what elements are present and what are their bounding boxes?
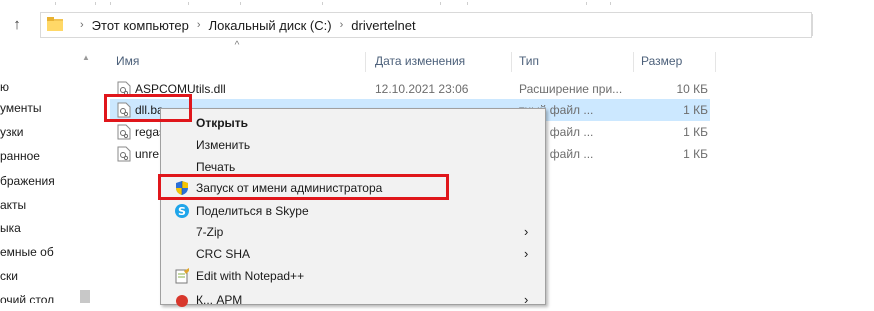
nav-item[interactable]: бражения [0,172,55,190]
menu-item-partial[interactable]: К... АРМ › [161,289,545,311]
file-size: 10 КБ [676,82,708,96]
folder-icon [47,17,63,31]
file-size: 1 КБ [683,103,708,117]
file-type: Расширение при... [519,82,623,96]
file-size: 1 КБ [683,125,708,139]
scroll-up-icon[interactable]: ▲ [82,54,90,62]
column-divider[interactable] [633,52,634,72]
menu-item-label: Поделиться в Skype [196,204,309,218]
chevron-right-icon: › [524,246,529,261]
nav-item[interactable]: ранное [0,147,40,165]
file-size: 1 КБ [683,147,708,161]
app-icon [176,295,188,307]
ribbon-edge [0,0,874,5]
menu-item-label: Открыть [196,116,249,130]
navigation-pane: ю ументы узки ранное бражения акты ыка е… [0,52,90,303]
nav-item[interactable]: ументы [0,99,42,117]
breadcrumb-separator: › [339,19,344,31]
breadcrumb-this-pc[interactable]: Этот компьютер [91,18,190,33]
chevron-right-icon: › [524,292,529,307]
column-header-size[interactable]: Размер [641,50,682,74]
menu-item-label: CRC SHA [196,247,251,261]
nav-scrollbar[interactable] [79,52,92,303]
breadcrumb-separator: › [80,19,84,31]
nav-item[interactable]: ыка [0,219,21,237]
menu-item-open[interactable]: Открыть [161,112,545,134]
breadcrumb-local-disk[interactable]: Локальный диск (C:) [208,18,333,33]
address-bar-divider [812,14,813,36]
column-header-name[interactable]: Имя [116,50,139,74]
column-header-type[interactable]: Тип [519,50,539,74]
file-date: 12.10.2021 23:06 [375,82,469,96]
column-divider[interactable] [715,52,716,72]
skype-icon: S [175,204,189,218]
menu-item-label: 7-Zip [196,225,224,239]
nav-item[interactable]: емные об [0,243,54,261]
breadcrumb-drivertelnet[interactable]: drivertelnet [350,18,416,33]
address-bar[interactable]: › Этот компьютер › Локальный диск (C:) ›… [40,12,812,38]
notepad-icon [175,268,189,284]
nav-item[interactable]: ски [0,267,18,285]
nav-item[interactable]: очий стол [0,291,54,303]
menu-item-label: К... АРМ [196,293,243,307]
breadcrumb: › Этот компьютер › Локальный диск (C:) ›… [73,13,417,37]
highlight-run-as-admin [158,174,449,200]
batch-file-icon [117,124,131,140]
svg-text:S: S [178,205,186,218]
batch-file-icon [117,146,131,162]
nav-item[interactable]: акты [0,196,26,214]
menu-item-7zip[interactable]: 7-Zip › [161,221,545,243]
nav-item[interactable]: узки [0,123,23,141]
menu-item-edit[interactable]: Изменить [161,134,545,156]
column-header-date[interactable]: Дата изменения [375,50,465,74]
context-menu: Открыть Изменить Печать Запуск от имени … [160,108,546,307]
column-headers: Имя Дата изменения Тип Размер [110,50,720,74]
menu-item-crc-sha[interactable]: CRC SHA › [161,243,545,265]
menu-item-share-skype[interactable]: S Поделиться в Skype [161,200,545,222]
menu-item-label: Edit with Notepad++ [196,269,305,283]
chevron-right-icon: › [524,224,529,239]
nav-scrollbar-thumb[interactable] [80,290,90,303]
column-divider[interactable] [365,52,366,72]
breadcrumb-separator: › [196,19,201,31]
menu-item-label: Изменить [196,138,251,152]
menu-item-notepadpp[interactable]: Edit with Notepad++ [161,265,545,287]
column-divider[interactable] [511,52,512,72]
up-arrow-icon[interactable]: ↑ [8,16,26,34]
file-row[interactable]: ASPCOMUtils.dll 12.10.2021 23:06 Расшире… [110,78,710,100]
highlight-selected-file [104,94,192,122]
nav-item[interactable]: ю [0,78,9,96]
